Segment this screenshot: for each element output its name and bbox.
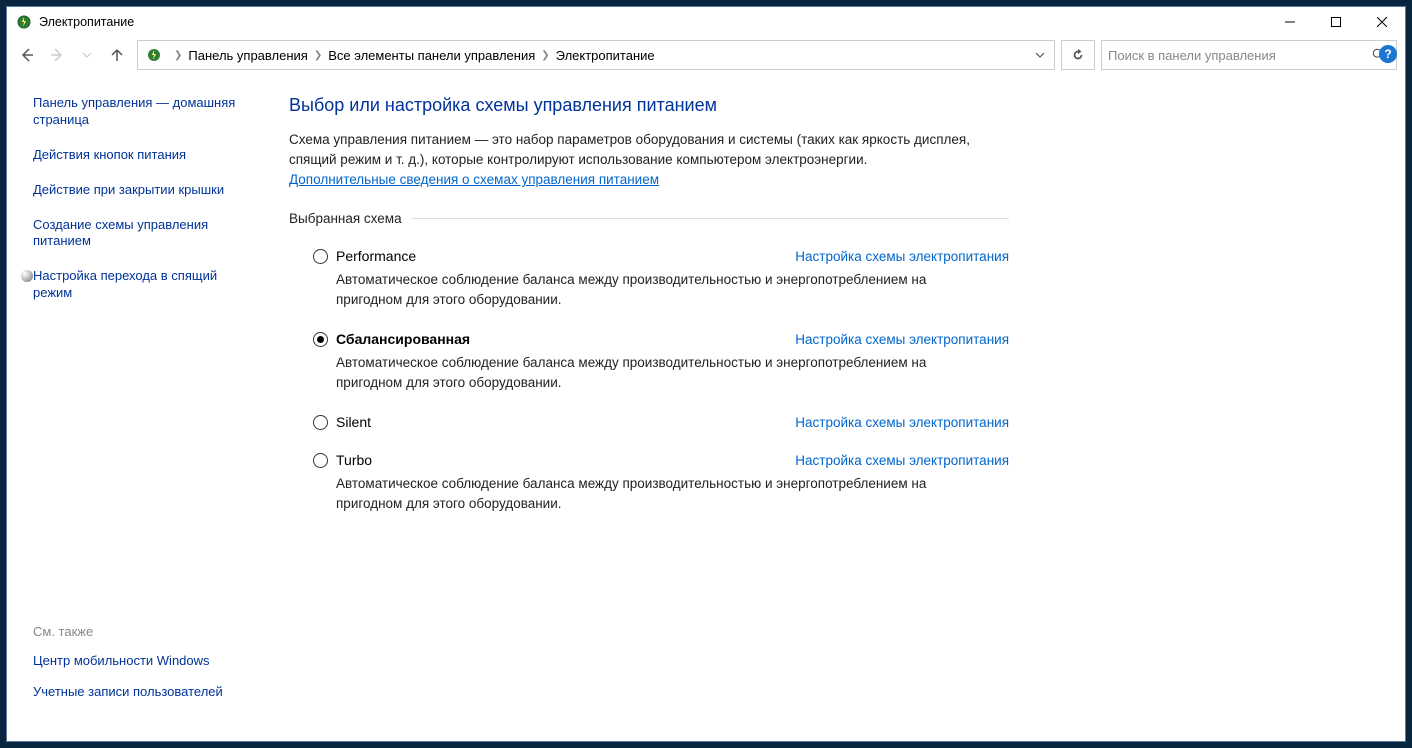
help-icon[interactable]: ? [1379,45,1397,63]
plan-config-link[interactable]: Настройка схемы электропитания [795,332,1009,347]
search-input[interactable] [1108,48,1368,63]
plan-config-link[interactable]: Настройка схемы электропитания [795,249,1009,264]
plan-config-link[interactable]: Настройка схемы электропитания [795,415,1009,430]
titlebar: Электропитание [7,7,1405,37]
sidebar-footer: См. также Центр мобильности Windows Учет… [33,624,259,731]
address-box[interactable]: ❯ Панель управления ❯ Все элементы панел… [137,40,1055,70]
plan-config-link[interactable]: Настройка схемы электропитания [795,453,1009,468]
power-plan-silent: Silent Настройка схемы электропитания [313,414,1009,430]
plan-row: Сбалансированная Настройка схемы электро… [313,331,1009,347]
power-plan-turbo: Turbo Настройка схемы электропитания Авт… [313,452,1009,513]
divider [412,218,1009,219]
breadcrumb-item[interactable]: Панель управления [188,48,307,63]
see-also-user-accounts[interactable]: Учетные записи пользователей [33,684,243,701]
plan-radio[interactable] [313,453,328,468]
chevron-right-icon[interactable]: ❯ [174,50,182,61]
forward-button[interactable] [43,41,71,69]
plan-name[interactable]: Silent [336,414,371,430]
plan-row: Performance Настройка схемы электропитан… [313,248,1009,264]
search-box[interactable] [1101,40,1397,70]
power-plan-performance: Performance Настройка схемы электропитан… [313,248,1009,309]
close-button[interactable] [1359,7,1405,37]
power-plan-balanced: Сбалансированная Настройка схемы электро… [313,331,1009,392]
breadcrumb-item[interactable]: Электропитание [556,48,655,63]
plan-name[interactable]: Turbo [336,452,372,468]
sidebar: Панель управления — домашняя страница Де… [7,73,267,741]
window-title: Электропитание [39,15,134,29]
plan-row: Silent Настройка схемы электропитания [313,414,1009,430]
up-button[interactable] [103,41,131,69]
more-info-link[interactable]: Дополнительные сведения о схемах управле… [289,172,659,187]
group-heading-label: Выбранная схема [289,211,402,226]
chevron-right-icon[interactable]: ❯ [541,50,549,61]
power-icon [15,13,33,31]
window-controls [1267,7,1405,37]
address-history-dropdown[interactable] [1026,41,1054,69]
sidebar-link-create-plan[interactable]: Создание схемы управления питанием [33,217,243,251]
window: Электропитание [6,6,1406,742]
refresh-button[interactable] [1061,40,1095,70]
plan-radio[interactable] [313,249,328,264]
page-heading: Выбор или настройка схемы управления пит… [289,95,1387,116]
plan-radio[interactable] [313,332,328,347]
main-content: ? Выбор или настройка схемы управления п… [267,73,1405,741]
plan-description: Автоматическое соблюдение баланса между … [336,353,996,392]
plan-name[interactable]: Сбалансированная [336,331,470,347]
sidebar-link-sleep-settings[interactable]: Настройка перехода в спящий режим [33,268,243,302]
selected-scheme-heading: Выбранная схема [289,211,1009,226]
page-description: Схема управления питанием — это набор па… [289,130,1009,169]
plan-radio[interactable] [313,415,328,430]
sidebar-link-home[interactable]: Панель управления — домашняя страница [33,95,243,129]
power-icon [144,45,164,65]
current-indicator-icon [21,270,33,282]
maximize-button[interactable] [1313,7,1359,37]
content-body: Панель управления — домашняя страница Де… [7,73,1405,741]
recent-dropdown[interactable] [73,41,101,69]
plan-name[interactable]: Performance [336,248,416,264]
back-button[interactable] [13,41,41,69]
sidebar-link-button-actions[interactable]: Действия кнопок питания [33,147,243,164]
breadcrumb-item[interactable]: Все элементы панели управления [328,48,535,63]
see-also-heading: См. также [33,624,259,639]
chevron-right-icon[interactable]: ❯ [314,50,322,61]
plan-row: Turbo Настройка схемы электропитания [313,452,1009,468]
address-toolbar: ❯ Панель управления ❯ Все элементы панел… [7,37,1405,73]
plan-description: Автоматическое соблюдение баланса между … [336,474,996,513]
sidebar-item-label: Настройка перехода в спящий режим [33,268,217,300]
see-also-mobility[interactable]: Центр мобильности Windows [33,653,243,670]
sidebar-link-lid-close[interactable]: Действие при закрытии крышки [33,182,243,199]
plan-description: Автоматическое соблюдение баланса между … [336,270,996,309]
minimize-button[interactable] [1267,7,1313,37]
